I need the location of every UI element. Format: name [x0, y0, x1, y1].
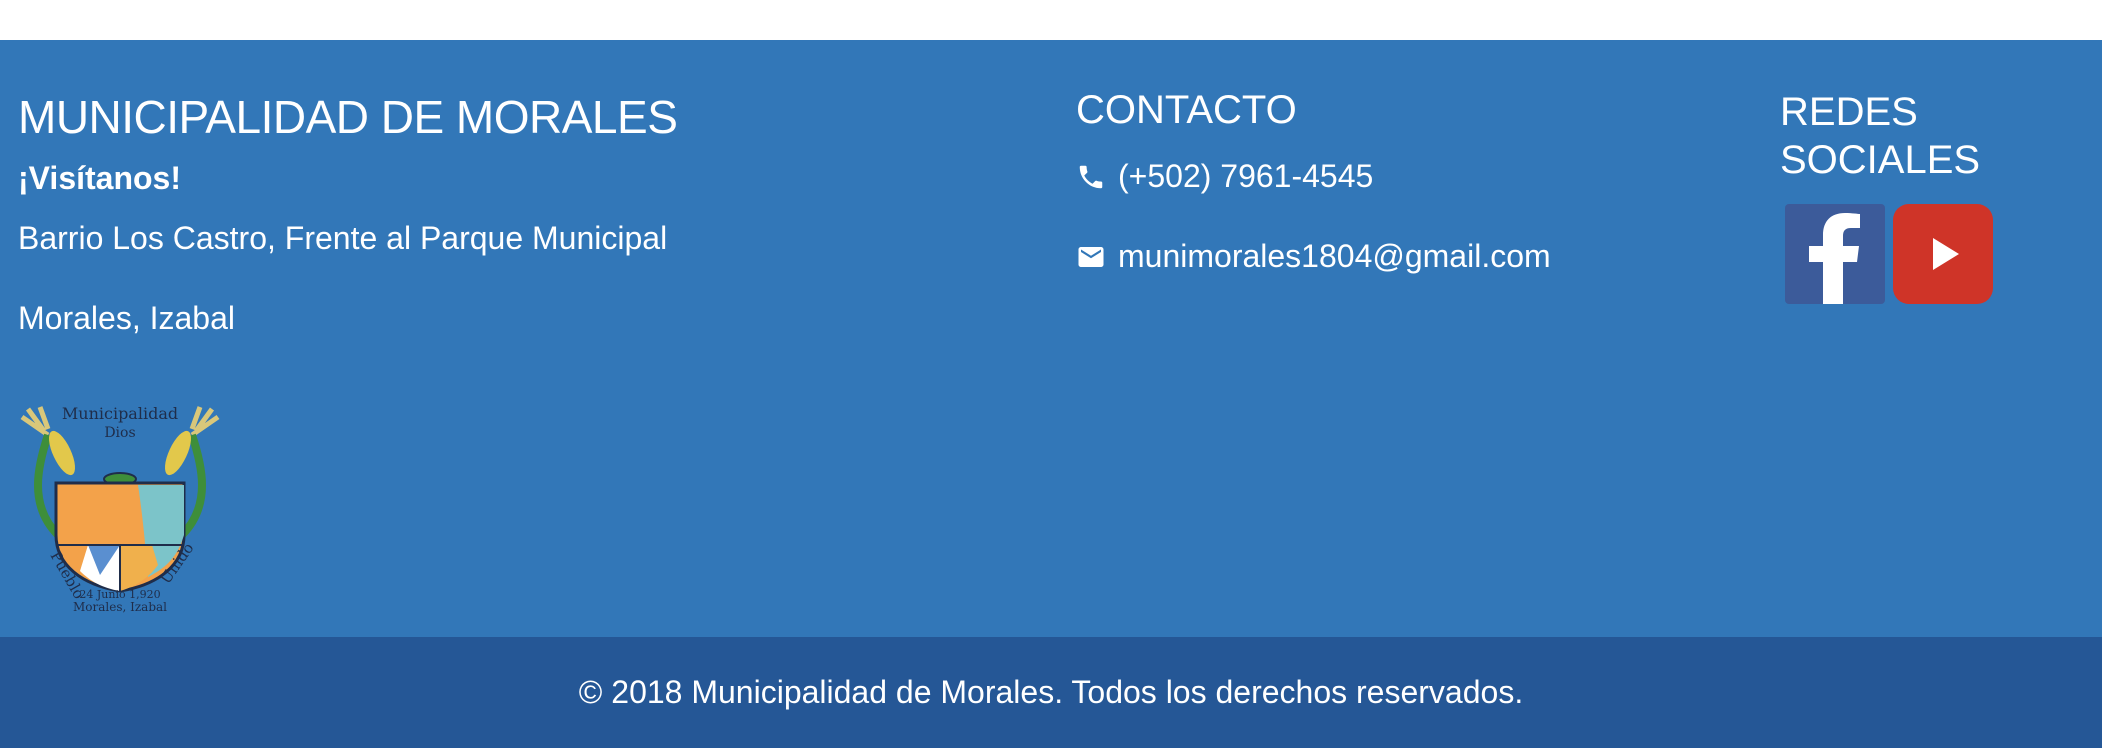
copyright-bar: © 2018 Municipalidad de Morales. Todos l… — [0, 637, 2102, 748]
svg-text:Municipalidad: Municipalidad — [62, 405, 178, 423]
youtube-link[interactable] — [1893, 204, 1993, 304]
youtube-icon — [1933, 238, 1959, 270]
visit-heading: ¡Visítanos! — [18, 160, 181, 196]
page-top-area — [0, 0, 2102, 40]
municipality-crest-logo: Municipalidad Dios Pueblo Unido 24 Junio… — [20, 405, 220, 614]
social-links — [1785, 204, 2001, 304]
address-line-1: Barrio Los Castro, Frente al Parque Muni… — [18, 220, 668, 256]
phone-icon — [1076, 162, 1106, 192]
contact-heading: CONTACTO — [1076, 88, 1297, 132]
svg-text:Dios: Dios — [104, 425, 135, 441]
social-heading: REDES SOCIALES — [1780, 90, 1981, 182]
phone-number[interactable]: (+502) 7961-4545 — [1118, 158, 1373, 195]
address-line-2: Morales, Izabal — [18, 300, 235, 336]
email-address[interactable]: munimorales1804@gmail.com — [1118, 238, 1551, 275]
contact-phone[interactable]: (+502) 7961-4545 — [1076, 158, 1373, 195]
contact-email[interactable]: munimorales1804@gmail.com — [1076, 238, 1551, 275]
municipality-title: MUNICIPALIDAD DE MORALES — [18, 91, 678, 143]
site-footer: MUNICIPALIDAD DE MORALES ¡Visítanos! Bar… — [0, 40, 2102, 637]
facebook-icon — [1809, 213, 1860, 304]
facebook-link[interactable] — [1785, 204, 1885, 304]
svg-text:Morales, Izabal: Morales, Izabal — [73, 600, 167, 614]
mail-icon — [1076, 242, 1106, 272]
copyright-text: © 2018 Municipalidad de Morales. Todos l… — [578, 674, 1524, 710]
